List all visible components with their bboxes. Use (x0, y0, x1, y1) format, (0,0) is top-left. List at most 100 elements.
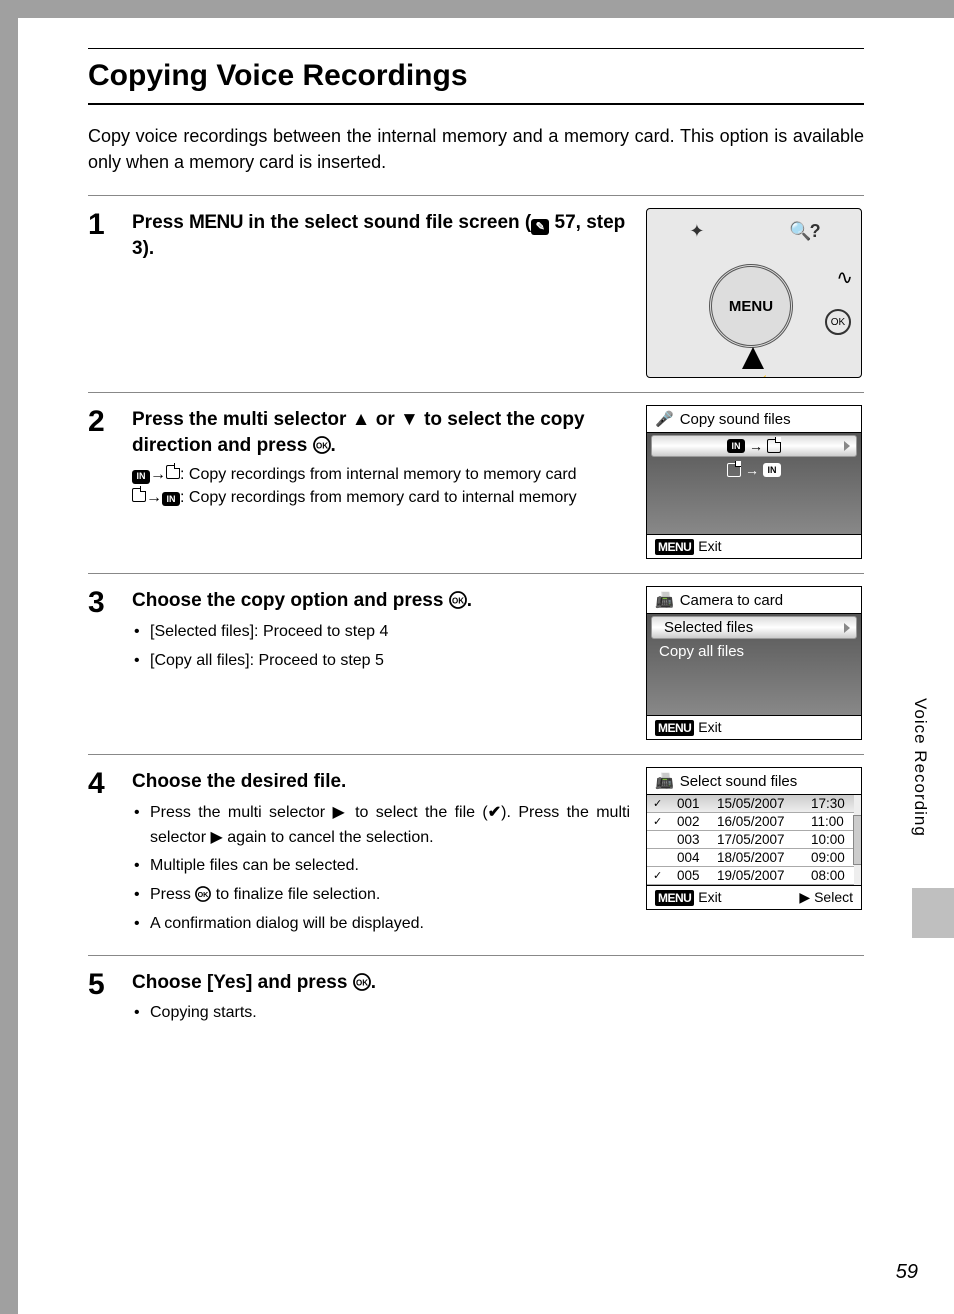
step-4: 4 Choose the desired file. Press the mul… (88, 754, 864, 955)
list-item: Press OK to finalize file selection. (132, 883, 630, 908)
bullet-list: Press the multi selector ▶ to select the… (132, 801, 630, 937)
lcd-footer: MENU Exit (647, 534, 861, 558)
file-date: 15/05/2007 (717, 796, 801, 811)
file-index: 002 (677, 814, 707, 829)
step-number: 3 (88, 586, 116, 618)
card-icon (767, 439, 781, 453)
list-item: Press the multi selector ▶ to select the… (132, 801, 630, 851)
step-number: 2 (88, 405, 116, 437)
list-item: A confirmation dialog will be displayed. (132, 912, 630, 937)
internal-memory-icon: IN (763, 463, 781, 477)
step-number: 4 (88, 767, 116, 799)
menu-badge-icon: MENU (655, 720, 694, 736)
step-detail: IN→: Copy recordings from internal memor… (132, 464, 630, 509)
card-icon (727, 463, 741, 477)
page: Copying Voice Recordings Copy voice reco… (18, 18, 954, 1314)
step-heading: Press MENU in the select sound file scre… (132, 210, 630, 261)
text: Press the multi selector ▲ or ▼ to selec… (132, 409, 585, 456)
mic-icon: 🎤 (655, 410, 674, 428)
menu-button-ring: MENU (709, 264, 793, 348)
step-1: 1 Press MENU in the select sound file sc… (88, 195, 864, 392)
text: Choose [Yes] and press (132, 972, 353, 993)
exit-label: Exit (698, 889, 721, 905)
menu-button-label: MENU (729, 298, 773, 315)
file-index: 004 (677, 850, 707, 865)
step-heading: Choose the copy option and press OK. (132, 588, 630, 614)
svg-text:OK: OK (452, 597, 464, 606)
step-body: Press MENU in the select sound file scre… (132, 208, 630, 267)
menu-badge-icon: MENU (655, 890, 694, 906)
file-row: ✓ 005 19/05/2007 08:00 (647, 867, 861, 885)
text: : Copy recordings from internal memory t… (180, 466, 577, 483)
exit-label: Exit (698, 538, 721, 554)
lcd-title-text: Camera to card (680, 592, 783, 609)
bullet-list: Copying starts. (132, 1001, 864, 1026)
ok-icon: OK (195, 886, 211, 902)
lcd-copy-option: 📠 Camera to card Selected files Copy all… (646, 586, 862, 740)
internal-memory-icon: IN (162, 492, 180, 506)
lcd-title: 📠 Camera to card (647, 587, 861, 613)
svg-text:OK: OK (198, 891, 210, 899)
reference-icon: ✎ (531, 219, 549, 235)
list-item: Copying starts. (132, 1001, 864, 1026)
file-date: 18/05/2007 (717, 850, 801, 865)
camera-diagram: ✦ 🔍? MENU OK ∿ ⚡ (646, 208, 862, 378)
file-row: ✓ 001 15/05/2007 17:30 (647, 795, 861, 813)
lcd-body: IN → → IN (647, 432, 861, 534)
up-arrow-icon (742, 347, 764, 369)
text: . (467, 590, 472, 611)
card-icon (166, 465, 180, 479)
list-item: [Copy all files]: Proceed to step 5 (132, 649, 630, 674)
internal-memory-icon: IN (727, 439, 745, 453)
file-time: 17:30 (811, 796, 855, 811)
menu-badge-icon: MENU (655, 539, 694, 555)
ok-icon: OK (449, 591, 467, 609)
arrow-right-icon: → (749, 438, 763, 454)
check-mark: ✓ (653, 815, 667, 828)
menu-icon-word: MENU (189, 212, 243, 233)
transfer-icon: 📠 (655, 591, 674, 609)
lcd-body: Selected files Copy all files (647, 613, 861, 715)
play-icon: ▶ (799, 889, 810, 905)
text: to finalize file selection. (211, 886, 380, 903)
lcd-title: 📠 Select sound files (647, 768, 861, 794)
step-body: Choose the copy option and press OK. [Se… (132, 586, 630, 677)
file-row: 003 17/05/2007 10:00 (647, 831, 861, 849)
scrollbar (853, 815, 861, 865)
content-area: Copying Voice Recordings Copy voice reco… (88, 48, 864, 1044)
check-mark: ✓ (653, 869, 667, 882)
steps-list: 1 Press MENU in the select sound file sc… (88, 195, 864, 1044)
text: . (371, 972, 376, 993)
svg-text:OK: OK (356, 978, 368, 987)
step-body: Press the multi selector ▲ or ▼ to selec… (132, 405, 630, 509)
step-illustration: 📠 Camera to card Selected files Copy all… (646, 586, 864, 740)
file-date: 16/05/2007 (717, 814, 801, 829)
internal-memory-icon: IN (132, 470, 150, 484)
file-date: 19/05/2007 (717, 868, 801, 883)
option-selected-files: Selected files (651, 616, 857, 639)
section-tab: Voice Recording (910, 698, 930, 837)
step-heading: Choose the desired file. (132, 769, 630, 795)
step-3: 3 Choose the copy option and press OK. [… (88, 573, 864, 754)
file-time: 11:00 (811, 814, 855, 829)
file-index: 003 (677, 832, 707, 847)
step-5: 5 Choose [Yes] and press OK. Copying sta… (88, 955, 864, 1044)
page-title: Copying Voice Recordings (88, 59, 864, 93)
step-body: Choose [Yes] and press OK. Copying start… (132, 968, 864, 1030)
arrow-right-icon: → (745, 462, 759, 478)
list-item: [Selected files]: Proceed to step 4 (132, 620, 630, 645)
lcd-footer: MENU Exit ▶ Select (647, 885, 861, 909)
lcd-footer: MENU Exit (647, 715, 861, 739)
flash-icon: ⚡ (745, 375, 772, 378)
step-illustration: 🎤 Copy sound files IN → → (646, 405, 864, 559)
step-heading: Choose [Yes] and press OK. (132, 970, 864, 996)
title-block: Copying Voice Recordings (88, 48, 864, 105)
step-illustration: 📠 Select sound files ✓ 001 15/05/2007 17… (646, 767, 864, 910)
step-body: Choose the desired file. Press the multi… (132, 767, 630, 941)
step-number: 1 (88, 208, 116, 240)
check-mark: ✓ (653, 797, 667, 810)
text: Press (150, 886, 195, 903)
lcd-copy-direction: 🎤 Copy sound files IN → → (646, 405, 862, 559)
card-icon (132, 488, 146, 502)
option-card-to-in: → IN (647, 459, 861, 481)
